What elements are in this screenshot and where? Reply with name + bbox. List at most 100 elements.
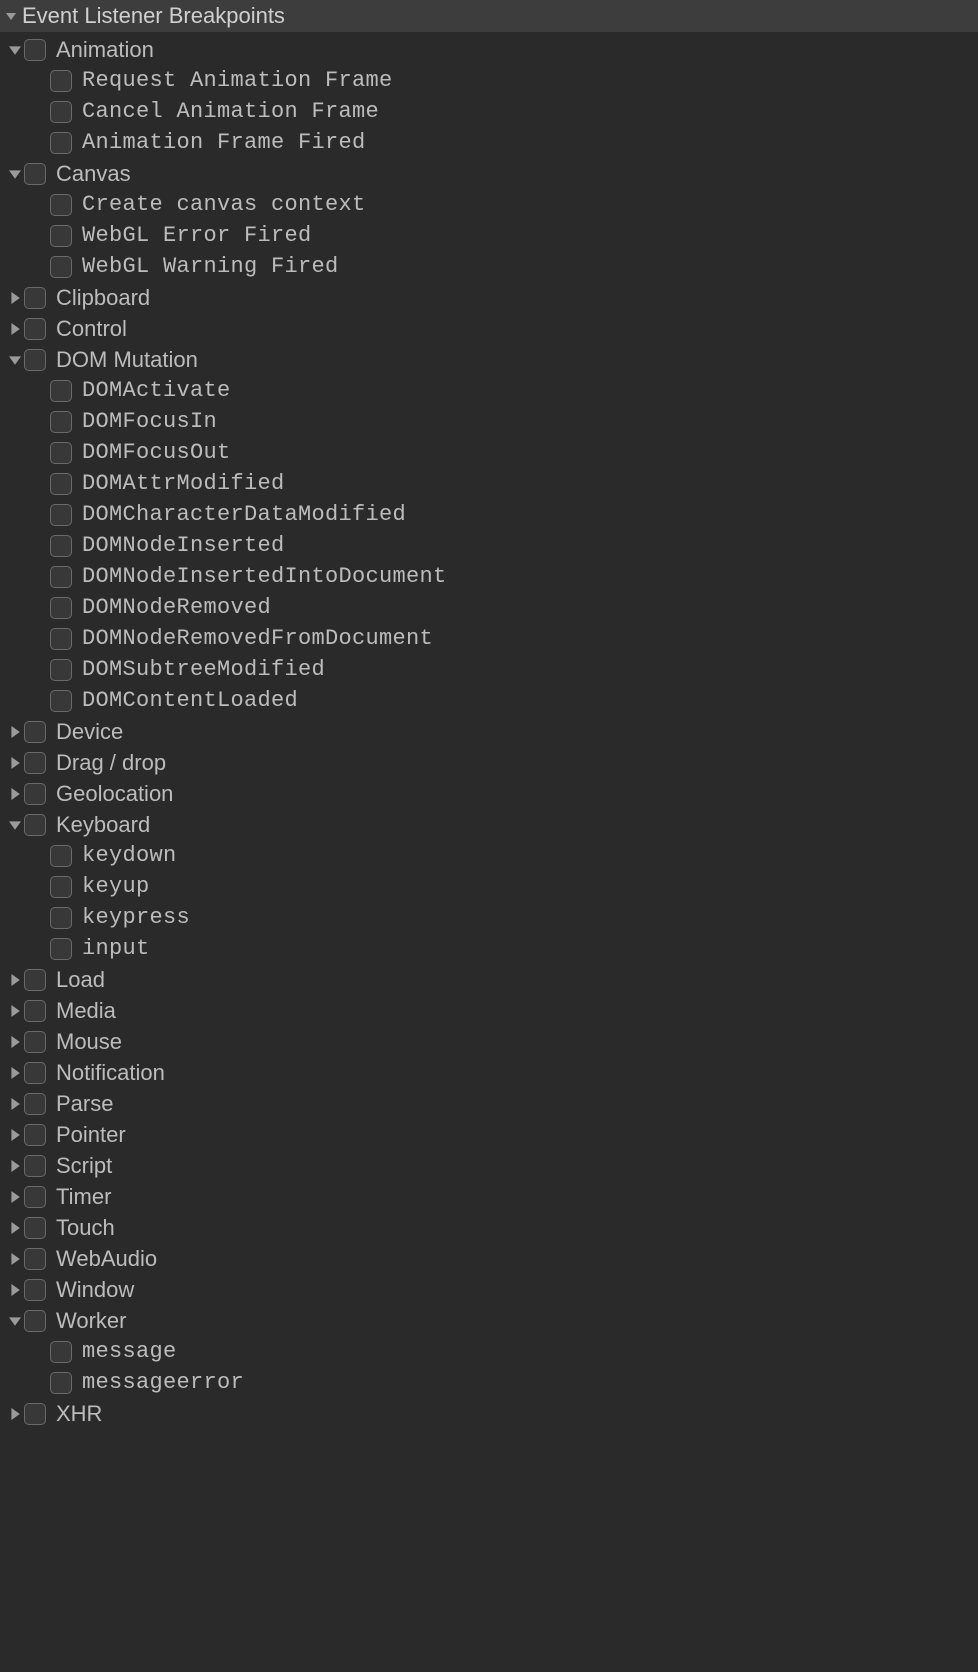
- event-checkbox[interactable]: [50, 132, 72, 154]
- event-row[interactable]: DOMContentLoaded: [0, 685, 978, 716]
- category-checkbox[interactable]: [24, 1186, 46, 1208]
- event-row[interactable]: DOMCharacterDataModified: [0, 499, 978, 530]
- category-checkbox[interactable]: [24, 39, 46, 61]
- event-checkbox[interactable]: [50, 628, 72, 650]
- chevron-down-icon[interactable]: [6, 354, 24, 366]
- chevron-right-icon[interactable]: [6, 292, 24, 304]
- event-checkbox[interactable]: [50, 845, 72, 867]
- category-checkbox[interactable]: [24, 814, 46, 836]
- category-row[interactable]: Media: [0, 995, 978, 1026]
- event-row[interactable]: message: [0, 1336, 978, 1367]
- event-checkbox[interactable]: [50, 907, 72, 929]
- chevron-right-icon[interactable]: [6, 1036, 24, 1048]
- event-checkbox[interactable]: [50, 659, 72, 681]
- chevron-down-icon[interactable]: [6, 1315, 24, 1327]
- chevron-down-icon[interactable]: [6, 44, 24, 56]
- category-checkbox[interactable]: [24, 1248, 46, 1270]
- category-row[interactable]: Pointer: [0, 1119, 978, 1150]
- category-row[interactable]: Animation: [0, 34, 978, 65]
- category-checkbox[interactable]: [24, 349, 46, 371]
- category-checkbox[interactable]: [24, 783, 46, 805]
- category-row[interactable]: Mouse: [0, 1026, 978, 1057]
- event-row[interactable]: DOMSubtreeModified: [0, 654, 978, 685]
- category-row[interactable]: Keyboard: [0, 809, 978, 840]
- category-checkbox[interactable]: [24, 287, 46, 309]
- event-checkbox[interactable]: [50, 473, 72, 495]
- chevron-right-icon[interactable]: [6, 788, 24, 800]
- event-row[interactable]: DOMNodeRemoved: [0, 592, 978, 623]
- event-row[interactable]: messageerror: [0, 1367, 978, 1398]
- event-checkbox[interactable]: [50, 411, 72, 433]
- panel-disclosure-icon[interactable]: [4, 9, 18, 23]
- event-row[interactable]: DOMNodeInserted: [0, 530, 978, 561]
- chevron-right-icon[interactable]: [6, 1222, 24, 1234]
- chevron-right-icon[interactable]: [6, 1408, 24, 1420]
- event-row[interactable]: keyup: [0, 871, 978, 902]
- category-row[interactable]: Script: [0, 1150, 978, 1181]
- category-row[interactable]: Control: [0, 313, 978, 344]
- chevron-right-icon[interactable]: [6, 1253, 24, 1265]
- event-row[interactable]: Request Animation Frame: [0, 65, 978, 96]
- event-checkbox[interactable]: [50, 690, 72, 712]
- category-checkbox[interactable]: [24, 1124, 46, 1146]
- chevron-down-icon[interactable]: [6, 819, 24, 831]
- event-checkbox[interactable]: [50, 1341, 72, 1363]
- event-row[interactable]: Create canvas context: [0, 189, 978, 220]
- category-checkbox[interactable]: [24, 1031, 46, 1053]
- chevron-right-icon[interactable]: [6, 1005, 24, 1017]
- event-checkbox[interactable]: [50, 101, 72, 123]
- chevron-right-icon[interactable]: [6, 757, 24, 769]
- chevron-right-icon[interactable]: [6, 1160, 24, 1172]
- category-row[interactable]: Window: [0, 1274, 978, 1305]
- category-checkbox[interactable]: [24, 752, 46, 774]
- chevron-right-icon[interactable]: [6, 974, 24, 986]
- event-row[interactable]: DOMNodeRemovedFromDocument: [0, 623, 978, 654]
- category-checkbox[interactable]: [24, 1062, 46, 1084]
- category-checkbox[interactable]: [24, 1279, 46, 1301]
- category-row[interactable]: Drag / drop: [0, 747, 978, 778]
- chevron-right-icon[interactable]: [6, 1129, 24, 1141]
- category-row[interactable]: Geolocation: [0, 778, 978, 809]
- chevron-right-icon[interactable]: [6, 1067, 24, 1079]
- event-row[interactable]: input: [0, 933, 978, 964]
- event-row[interactable]: Animation Frame Fired: [0, 127, 978, 158]
- category-checkbox[interactable]: [24, 1000, 46, 1022]
- category-checkbox[interactable]: [24, 969, 46, 991]
- event-row[interactable]: DOMActivate: [0, 375, 978, 406]
- event-checkbox[interactable]: [50, 225, 72, 247]
- event-row[interactable]: DOMAttrModified: [0, 468, 978, 499]
- category-row[interactable]: XHR: [0, 1398, 978, 1429]
- event-checkbox[interactable]: [50, 566, 72, 588]
- event-row[interactable]: keydown: [0, 840, 978, 871]
- event-row[interactable]: WebGL Warning Fired: [0, 251, 978, 282]
- category-checkbox[interactable]: [24, 1403, 46, 1425]
- panel-header[interactable]: Event Listener Breakpoints: [0, 0, 978, 32]
- category-row[interactable]: Parse: [0, 1088, 978, 1119]
- category-checkbox[interactable]: [24, 1217, 46, 1239]
- chevron-right-icon[interactable]: [6, 1098, 24, 1110]
- event-checkbox[interactable]: [50, 504, 72, 526]
- event-checkbox[interactable]: [50, 70, 72, 92]
- event-row[interactable]: keypress: [0, 902, 978, 933]
- event-row[interactable]: Cancel Animation Frame: [0, 96, 978, 127]
- chevron-right-icon[interactable]: [6, 1284, 24, 1296]
- event-row[interactable]: WebGL Error Fired: [0, 220, 978, 251]
- category-row[interactable]: Load: [0, 964, 978, 995]
- category-row[interactable]: Touch: [0, 1212, 978, 1243]
- category-row[interactable]: WebAudio: [0, 1243, 978, 1274]
- event-checkbox[interactable]: [50, 535, 72, 557]
- category-row[interactable]: Notification: [0, 1057, 978, 1088]
- category-checkbox[interactable]: [24, 318, 46, 340]
- chevron-down-icon[interactable]: [6, 168, 24, 180]
- category-checkbox[interactable]: [24, 1310, 46, 1332]
- chevron-right-icon[interactable]: [6, 1191, 24, 1203]
- event-checkbox[interactable]: [50, 256, 72, 278]
- event-checkbox[interactable]: [50, 1372, 72, 1394]
- event-checkbox[interactable]: [50, 194, 72, 216]
- event-row[interactable]: DOMFocusOut: [0, 437, 978, 468]
- category-row[interactable]: Device: [0, 716, 978, 747]
- chevron-right-icon[interactable]: [6, 726, 24, 738]
- category-row[interactable]: Timer: [0, 1181, 978, 1212]
- category-checkbox[interactable]: [24, 163, 46, 185]
- event-checkbox[interactable]: [50, 597, 72, 619]
